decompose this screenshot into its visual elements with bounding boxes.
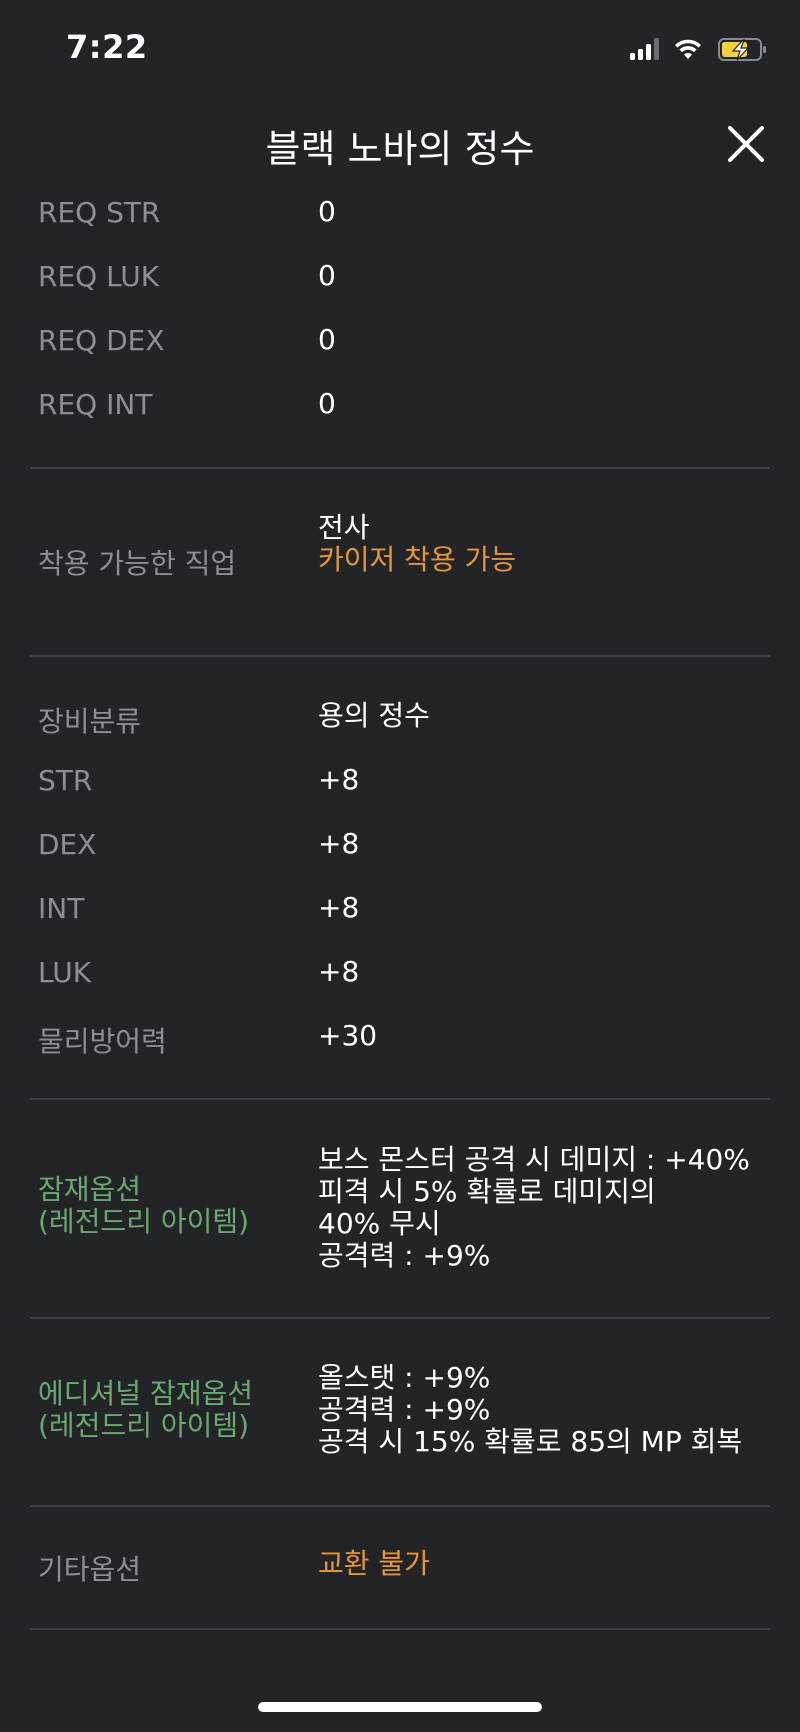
battery-charging-icon [718, 38, 766, 61]
int-value: +8 [318, 891, 360, 924]
additional-potential-label-line2: (레전드리 아이템) [38, 1409, 250, 1442]
wifi-icon [675, 39, 701, 59]
potential-line: 보스 몬스터 공격 시 데미지 : +40% [318, 1143, 750, 1176]
divider [30, 467, 770, 469]
cellular-signal-icon [630, 38, 659, 60]
other-options-value: 교환 불가 [318, 1547, 430, 1580]
job-label: 착용 가능한 직업 [38, 547, 237, 580]
additional-potential-line: 공격력 : +9% [318, 1393, 491, 1426]
req-luk-label: REQ LUK [38, 260, 160, 293]
physical-defense-value: +30 [318, 1019, 378, 1052]
potential-label: 잠재옵션 (레전드리 아이템) [38, 1174, 249, 1238]
physical-defense-label: 물리방어력 [38, 1025, 167, 1058]
potential-label-line1: 잠재옵션 [38, 1173, 142, 1206]
str-value: +8 [318, 763, 360, 796]
other-options-label: 기타옵션 [38, 1553, 142, 1586]
home-indicator[interactable] [258, 1702, 542, 1712]
status-bar: 7:22 [0, 0, 800, 100]
req-int-value: 0 [318, 387, 336, 420]
potential-label-line2: (레전드리 아이템) [38, 1205, 250, 1238]
potential-line: 공격력 : +9% [318, 1239, 491, 1272]
req-int-label: REQ INT [38, 388, 153, 421]
job-kaiser-note: 카이저 착용 가능 [318, 543, 517, 576]
additional-potential-label-line1: 에디셔널 잠재옵션 [38, 1377, 253, 1410]
additional-potential-line: 공격 시 15% 확률로 85의 MP 회복 [318, 1425, 743, 1458]
divider [30, 1505, 770, 1507]
req-dex-label: REQ DEX [38, 324, 165, 357]
str-label: STR [38, 764, 93, 797]
divider [30, 1317, 770, 1319]
dex-value: +8 [318, 827, 360, 860]
divider [30, 1628, 770, 1630]
close-button[interactable] [720, 118, 772, 170]
status-time: 7:22 [66, 28, 148, 66]
luk-label: LUK [38, 956, 92, 989]
luk-value: +8 [318, 955, 360, 988]
equip-type-label: 장비분류 [38, 705, 142, 738]
additional-potential-label: 에디셔널 잠재옵션 (레전드리 아이템) [38, 1378, 253, 1442]
req-str-label: REQ STR [38, 196, 161, 229]
status-icons [630, 38, 766, 61]
page-title: 블랙 노바의 정수 [265, 127, 535, 171]
potential-line: 40% 무시 [318, 1207, 441, 1240]
potential-line: 피격 시 5% 확률로 데미지의 [318, 1175, 656, 1208]
close-icon [728, 126, 764, 162]
job-class: 전사 [318, 511, 370, 544]
req-dex-value: 0 [318, 323, 336, 356]
req-str-value: 0 [318, 195, 336, 228]
int-label: INT [38, 892, 85, 925]
divider [30, 1098, 770, 1100]
divider [30, 655, 770, 657]
equip-type-value: 용의 정수 [318, 699, 430, 732]
additional-potential-line: 올스탯 : +9% [318, 1361, 491, 1394]
dex-label: DEX [38, 828, 97, 861]
req-luk-value: 0 [318, 259, 336, 292]
